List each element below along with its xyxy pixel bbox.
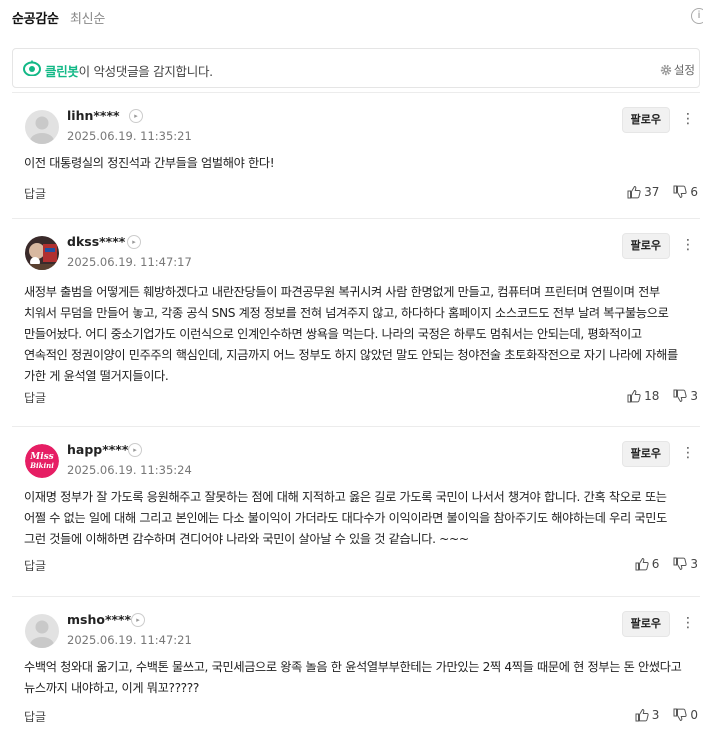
default-avatar-icon bbox=[25, 614, 59, 648]
cleanbot-brand[interactable]: 클린봇 bbox=[45, 64, 79, 79]
comment-username[interactable]: dkss**** bbox=[67, 234, 125, 249]
comment-item: lihn**** ▸ 2025.06.19. 11:35:21 팔로우 ⋮ 이전… bbox=[12, 92, 700, 217]
chevron-right-icon[interactable]: ▸ bbox=[127, 235, 141, 249]
settings-button[interactable]: 설정 bbox=[660, 62, 695, 78]
comment-text: 새정부 출범을 어떻게든 훼방하겠다고 내란잔당들이 파견공무원 복귀시켜 사람… bbox=[24, 285, 678, 383]
like-button[interactable]: 37 bbox=[627, 185, 659, 199]
thumbs-up-icon bbox=[635, 708, 649, 722]
dislike-button[interactable]: 0 bbox=[673, 708, 698, 722]
follow-button[interactable]: 팔로우 bbox=[621, 107, 670, 133]
more-options-icon[interactable]: ⋮ bbox=[680, 109, 696, 129]
thumbs-up-icon bbox=[635, 557, 649, 571]
cleanbot-icon bbox=[23, 60, 41, 76]
avatar[interactable] bbox=[25, 614, 59, 648]
comment-text: 이전 대통령실의 정진석과 간부들을 엄벌해야 한다! bbox=[24, 156, 275, 170]
settings-label: 설정 bbox=[673, 63, 695, 77]
dislike-count: 3 bbox=[690, 557, 698, 571]
reply-button[interactable]: 답글 bbox=[24, 557, 46, 574]
comment-item: dkss**** ▸ 2025.06.19. 11:47:17 팔로우 ⋮ 새정… bbox=[12, 218, 700, 425]
thumbs-up-icon bbox=[627, 185, 641, 199]
comment-username[interactable]: msho**** bbox=[67, 612, 131, 627]
comment-text: 이재명 정부가 잘 가도록 응원해주고 잘못하는 점에 대해 지적하고 옳은 길… bbox=[24, 490, 667, 546]
avatar[interactable] bbox=[25, 110, 59, 144]
like-button[interactable]: 3 bbox=[635, 708, 660, 722]
comment-date: 2025.06.19. 11:47:21 bbox=[67, 633, 192, 647]
avatar[interactable] bbox=[25, 236, 59, 270]
cleanbot-message-text: 이 악성댓글을 감지합니다. bbox=[78, 64, 214, 79]
thumbs-down-icon bbox=[673, 389, 688, 403]
comment-date: 2025.06.19. 11:35:21 bbox=[67, 129, 192, 143]
default-avatar-icon bbox=[25, 110, 59, 144]
like-button[interactable]: 18 bbox=[627, 389, 659, 403]
follow-button[interactable]: 팔로우 bbox=[621, 233, 670, 259]
comment-date: 2025.06.19. 11:47:17 bbox=[67, 255, 192, 269]
miss-bikini-logo: Miss Bikini bbox=[25, 444, 59, 478]
vote-group: 6 3 bbox=[621, 557, 698, 571]
like-button[interactable]: 6 bbox=[635, 557, 660, 571]
avatar[interactable]: Miss Bikini bbox=[25, 444, 59, 478]
like-count: 6 bbox=[651, 557, 660, 571]
vote-group: 37 6 bbox=[613, 185, 698, 199]
thumbs-down-icon bbox=[673, 185, 688, 199]
dislike-count: 6 bbox=[690, 185, 698, 199]
follow-button[interactable]: 팔로우 bbox=[621, 611, 670, 637]
thumbs-down-icon bbox=[673, 708, 688, 722]
chevron-right-icon[interactable]: ▸ bbox=[129, 109, 143, 123]
comment-username[interactable]: lihn**** bbox=[67, 108, 120, 123]
like-count: 18 bbox=[644, 389, 660, 403]
dislike-count: 3 bbox=[690, 389, 698, 403]
sort-bar: 순공감순 최신순 i bbox=[0, 0, 703, 36]
gear-icon bbox=[660, 64, 672, 76]
comment-item: Miss Bikini happ**** ▸ 2025.06.19. 11:35… bbox=[12, 426, 700, 595]
comment-text: 수백억 청와대 옮기고, 수백톤 물쓰고, 국민세금으로 왕족 놀음 한 윤석열… bbox=[24, 660, 682, 695]
dislike-button[interactable]: 6 bbox=[673, 185, 698, 199]
comment-date: 2025.06.19. 11:35:24 bbox=[67, 463, 192, 477]
info-icon[interactable]: i bbox=[691, 8, 703, 24]
dislike-count: 0 bbox=[690, 708, 698, 722]
thumbs-down-icon bbox=[673, 557, 688, 571]
reply-button[interactable]: 답글 bbox=[24, 708, 46, 725]
vote-group: 18 3 bbox=[613, 389, 698, 403]
thumbs-up-icon bbox=[627, 389, 641, 403]
comment-item: msho**** ▸ 2025.06.19. 11:47:21 팔로우 ⋮ 수백… bbox=[12, 596, 700, 738]
more-options-icon[interactable]: ⋮ bbox=[680, 443, 696, 463]
profile-photo-icon bbox=[25, 236, 59, 270]
reply-button[interactable]: 답글 bbox=[24, 185, 46, 202]
more-options-icon[interactable]: ⋮ bbox=[680, 235, 696, 255]
sort-tab-latest[interactable]: 최신순 bbox=[70, 8, 105, 27]
more-options-icon[interactable]: ⋮ bbox=[680, 613, 696, 633]
vote-group: 3 0 bbox=[621, 708, 698, 722]
cleanbot-banner: 클린봇이 악성댓글을 감지합니다. 설정 bbox=[12, 48, 700, 88]
sort-tab-popular[interactable]: 순공감순 bbox=[12, 8, 59, 27]
chevron-right-icon[interactable]: ▸ bbox=[131, 613, 145, 627]
like-count: 37 bbox=[644, 185, 660, 199]
dislike-button[interactable]: 3 bbox=[673, 389, 698, 403]
like-count: 3 bbox=[651, 708, 660, 722]
avatar-logo-text: Bikini bbox=[29, 461, 54, 470]
comment-username[interactable]: happ**** bbox=[67, 442, 128, 457]
cleanbot-message: 클린봇이 악성댓글을 감지합니다. bbox=[45, 61, 213, 80]
dislike-button[interactable]: 3 bbox=[673, 557, 698, 571]
follow-button[interactable]: 팔로우 bbox=[621, 441, 670, 467]
reply-button[interactable]: 답글 bbox=[24, 389, 46, 406]
chevron-right-icon[interactable]: ▸ bbox=[128, 443, 142, 457]
